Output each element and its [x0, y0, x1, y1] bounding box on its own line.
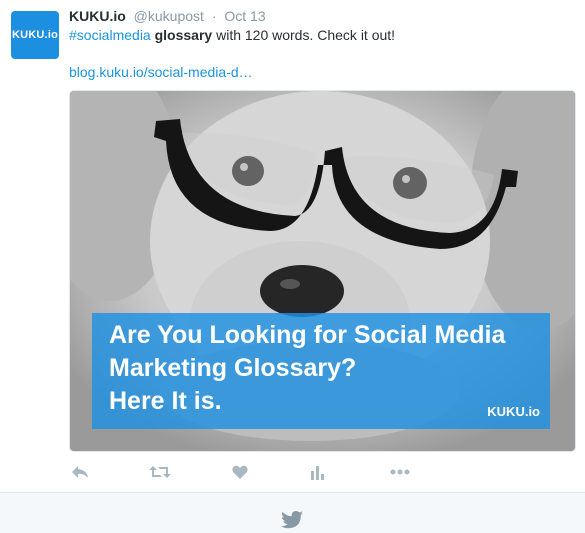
- avatar[interactable]: KUKU.io: [11, 11, 59, 59]
- user-handle[interactable]: @kukupost: [134, 8, 204, 24]
- hashtag-link[interactable]: #socialmedia: [69, 27, 151, 43]
- banner-line: Marketing Glossary?: [109, 354, 357, 382]
- avatar-logo: KUKU.io: [11, 29, 58, 41]
- banner-logo: KUKU.io: [487, 404, 540, 419]
- user-name[interactable]: KUKU.io: [69, 8, 126, 24]
- banner-line: Here It is.: [109, 387, 222, 415]
- header-separator: ·: [211, 8, 217, 24]
- tweet-header: KUKU.io @kukupost · Oct 13: [69, 8, 266, 24]
- tweet-text-rest: with 120 words. Check it out!: [212, 27, 396, 43]
- retweet-icon: [149, 466, 171, 478]
- like-icon: [232, 465, 248, 479]
- tweet-link[interactable]: blog.kuku.io/social-media-d…: [69, 64, 253, 80]
- tweet-card[interactable]: KUKU.io KUKU.io @kukupost · Oct 13 #soci…: [0, 0, 585, 492]
- banner-line: Are You Looking for Social Media: [109, 321, 506, 349]
- twitter-bird-icon[interactable]: [281, 511, 303, 529]
- more-button[interactable]: [389, 462, 411, 482]
- media-banner: Are You Looking for Social Media Marketi…: [92, 313, 550, 429]
- like-button[interactable]: [229, 462, 251, 482]
- analytics-button[interactable]: [306, 462, 328, 482]
- retweet-button[interactable]: [149, 462, 171, 482]
- bold-keyword: glossary: [154, 27, 213, 43]
- media-image[interactable]: Are You Looking for Social Media Marketi…: [69, 90, 576, 452]
- footer-bar: [0, 492, 585, 533]
- analytics-icon: [311, 465, 324, 480]
- tweet-text: #socialmedia glossary with 120 words. Ch…: [69, 27, 395, 43]
- tweet-timestamp[interactable]: Oct 13: [224, 8, 265, 24]
- reply-icon: [72, 466, 88, 478]
- reply-button[interactable]: [69, 462, 91, 482]
- more-icon: [390, 469, 410, 475]
